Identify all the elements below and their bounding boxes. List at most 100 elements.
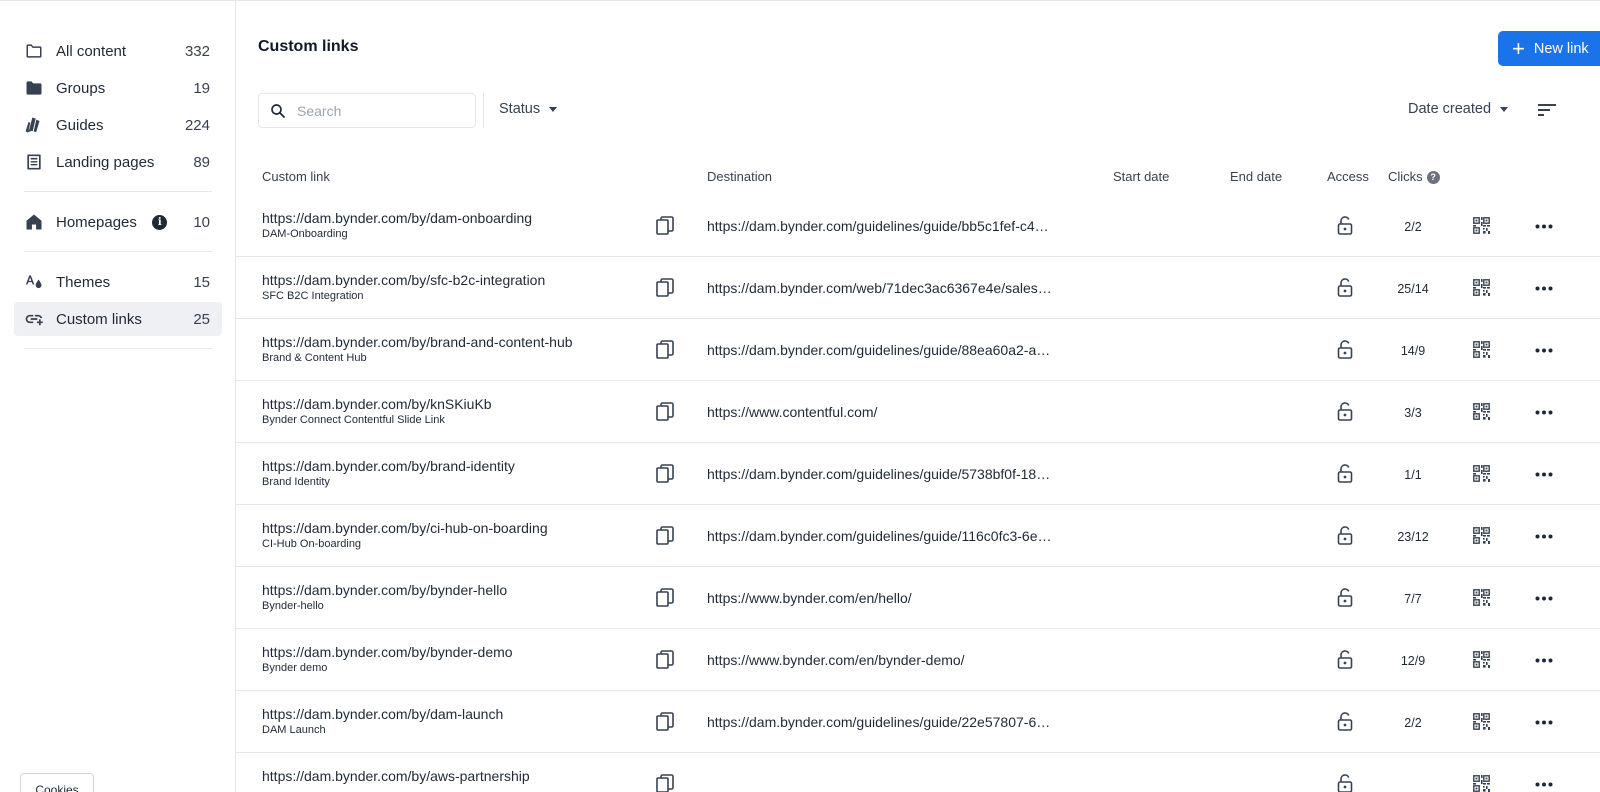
table-row[interactable]: https://dam.bynder.com/by/dam-onboarding…: [236, 195, 1600, 257]
qr-code-icon[interactable]: [1473, 465, 1490, 482]
more-options-icon[interactable]: [1535, 410, 1553, 415]
destination-url[interactable]: https://dam.bynder.com/guidelines/guide/…: [707, 342, 1079, 358]
table-row[interactable]: https://dam.bynder.com/by/brand-and-cont…: [236, 319, 1600, 381]
info-icon[interactable]: i: [152, 214, 168, 230]
sidebar-item-label: Guides: [56, 116, 104, 134]
destination-url[interactable]: https://dam.bynder.com/guidelines/guide/…: [707, 466, 1079, 482]
more-options-icon[interactable]: [1535, 782, 1553, 787]
destination-url[interactable]: https://www.bynder.com/en/hello/: [707, 590, 1079, 606]
copy-icon[interactable]: [656, 774, 675, 792]
destination-url[interactable]: https://dam.bynder.com/guidelines/guide/…: [707, 528, 1079, 544]
column-header-access[interactable]: Access: [1327, 169, 1369, 184]
sidebar-item-homepages[interactable]: Homepages i 10: [14, 205, 222, 239]
table-row[interactable]: https://dam.bynder.com/by/ci-hub-on-boar…: [236, 505, 1600, 567]
destination-url[interactable]: https://www.contentful.com/: [707, 404, 1079, 420]
sidebar-item-groups[interactable]: Groups 19: [14, 71, 222, 105]
custom-link-url[interactable]: https://dam.bynder.com/by/ci-hub-on-boar…: [262, 520, 548, 536]
folder-outline-icon: [24, 41, 44, 61]
column-header-clicks[interactable]: Clicks?: [1388, 169, 1440, 184]
more-options-icon[interactable]: [1535, 658, 1553, 663]
custom-link-url[interactable]: https://dam.bynder.com/by/aws-partnershi…: [262, 768, 530, 784]
custom-link-url[interactable]: https://dam.bynder.com/by/brand-identity: [262, 458, 515, 474]
more-options-icon[interactable]: [1535, 224, 1553, 229]
table-row[interactable]: https://dam.bynder.com/by/dam-launch DAM…: [236, 691, 1600, 753]
more-options-icon[interactable]: [1535, 286, 1553, 291]
more-options-icon[interactable]: [1535, 472, 1553, 477]
table-row[interactable]: https://dam.bynder.com/by/knSKiuKb Bynde…: [236, 381, 1600, 443]
destination-url[interactable]: https://dam.bynder.com/guidelines/guide/…: [707, 218, 1079, 234]
copy-icon[interactable]: [656, 526, 675, 546]
sidebar-item-count: 25: [193, 310, 210, 328]
qr-code-icon[interactable]: [1473, 403, 1490, 420]
status-filter-dropdown[interactable]: Status: [499, 101, 558, 117]
clicks-count: 3/3: [1404, 406, 1422, 420]
destination-url[interactable]: https://dam.bynder.com/web/71dec3ac6367e…: [707, 280, 1079, 296]
qr-code-icon[interactable]: [1473, 341, 1490, 358]
sidebar-item-themes[interactable]: Themes 15: [14, 265, 222, 299]
destination-url[interactable]: https://www.bynder.com/en/bynder-demo/: [707, 652, 1079, 668]
table-row[interactable]: https://dam.bynder.com/by/aws-partnershi…: [236, 753, 1600, 792]
table-row[interactable]: https://dam.bynder.com/by/brand-identity…: [236, 443, 1600, 505]
column-header-destination[interactable]: Destination: [707, 169, 772, 184]
destination-url[interactable]: https://dam.bynder.com/guidelines/guide/…: [707, 714, 1079, 730]
custom-link-url[interactable]: https://dam.bynder.com/by/bynder-hello: [262, 582, 507, 598]
more-options-icon[interactable]: [1535, 596, 1553, 601]
search-input[interactable]: [297, 102, 457, 119]
column-header-custom-link[interactable]: Custom link: [262, 169, 330, 184]
qr-code-icon[interactable]: [1473, 279, 1490, 296]
column-header-end-date[interactable]: End date: [1230, 169, 1282, 184]
copy-icon[interactable]: [656, 216, 675, 236]
copy-icon[interactable]: [656, 650, 675, 670]
more-options-icon[interactable]: [1535, 534, 1553, 539]
table-row[interactable]: https://dam.bynder.com/by/bynder-hello B…: [236, 567, 1600, 629]
sidebar-divider: [24, 191, 212, 192]
copy-icon[interactable]: [656, 340, 675, 360]
copy-icon[interactable]: [656, 278, 675, 298]
clicks-count: 2/2: [1404, 716, 1422, 730]
more-options-icon[interactable]: [1535, 348, 1553, 353]
sidebar-item-label: Custom links: [56, 310, 142, 328]
custom-link-url[interactable]: https://dam.bynder.com/by/brand-and-cont…: [262, 334, 573, 350]
table-row[interactable]: https://dam.bynder.com/by/sfc-b2c-integr…: [236, 257, 1600, 319]
sidebar-item-all-content[interactable]: All content 332: [14, 34, 222, 68]
custom-link-cell: https://dam.bynder.com/by/dam-launch DAM…: [262, 706, 503, 736]
copy-icon[interactable]: [656, 588, 675, 608]
sidebar-item-label: Groups: [56, 79, 106, 97]
sidebar-item-label: Landing pages: [56, 153, 155, 171]
sidebar-item-guides[interactable]: Guides 224: [14, 108, 222, 142]
copy-icon[interactable]: [656, 464, 675, 484]
sort-dropdown[interactable]: Date created: [1408, 101, 1509, 117]
qr-code-icon[interactable]: [1473, 217, 1490, 234]
sort-order-icon[interactable]: [1538, 102, 1556, 118]
custom-link-cell: https://dam.bynder.com/by/ci-hub-on-boar…: [262, 520, 548, 550]
sidebar-divider: [24, 348, 212, 349]
custom-link-url[interactable]: https://dam.bynder.com/by/sfc-b2c-integr…: [262, 272, 545, 288]
sidebar-item-landing-pages[interactable]: Landing pages 89: [14, 145, 222, 179]
sidebar-item-label: All content: [56, 42, 127, 60]
table-row[interactable]: https://dam.bynder.com/by/bynder-demo By…: [236, 629, 1600, 691]
sidebar-nav: All content 332 Groups 19 Guides 224 Lan…: [14, 34, 222, 362]
qr-code-icon[interactable]: [1473, 589, 1490, 606]
custom-link-cell: https://dam.bynder.com/by/brand-and-cont…: [262, 334, 573, 364]
cookies-button[interactable]: Cookies: [20, 773, 94, 792]
custom-link-url[interactable]: https://dam.bynder.com/by/dam-onboarding: [262, 210, 532, 226]
sidebar-item-custom-links[interactable]: Custom links 25: [14, 302, 222, 336]
custom-link-name: Brand & Content Hub: [262, 352, 367, 364]
custom-link-url[interactable]: https://dam.bynder.com/by/knSKiuKb: [262, 396, 492, 412]
qr-code-icon[interactable]: [1473, 527, 1490, 544]
qr-code-icon[interactable]: [1473, 651, 1490, 668]
copy-icon[interactable]: [656, 712, 675, 732]
sidebar-item-count: 89: [193, 153, 210, 171]
sidebar-item-label: Themes: [56, 273, 111, 291]
more-options-icon[interactable]: [1535, 720, 1553, 725]
custom-link-url[interactable]: https://dam.bynder.com/by/dam-launch: [262, 706, 503, 722]
new-link-button[interactable]: + New link: [1498, 31, 1600, 66]
custom-link-url[interactable]: https://dam.bynder.com/by/bynder-demo: [262, 644, 513, 660]
qr-code-icon[interactable]: [1473, 775, 1490, 792]
qr-code-icon[interactable]: [1473, 713, 1490, 730]
help-icon[interactable]: ?: [1426, 170, 1440, 184]
column-header-start-date[interactable]: Start date: [1113, 169, 1169, 184]
unlock-icon: [1337, 340, 1353, 359]
copy-icon[interactable]: [656, 402, 675, 422]
custom-link-icon: [24, 309, 44, 329]
